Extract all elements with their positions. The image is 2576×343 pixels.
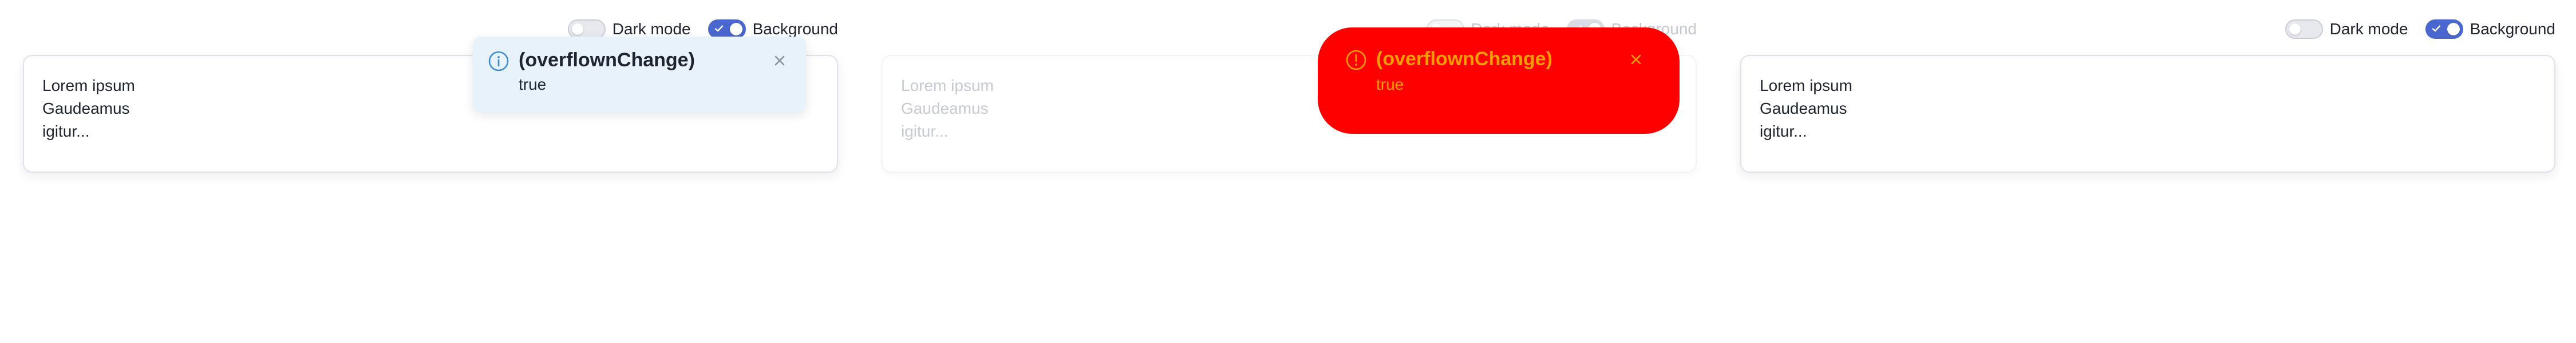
panel-error: Dark mode Background Lorem ipsum Gaudeam… <box>859 0 1717 343</box>
toast-title: (overflownChange) <box>1376 48 1552 70</box>
dark-mode-label: Dark mode <box>2329 20 2408 38</box>
switch-knob <box>571 23 583 35</box>
background-label: Background <box>752 20 838 38</box>
toast-error: (overflownChange) true <box>1318 27 1680 134</box>
switch-knob <box>2289 23 2301 35</box>
dark-mode-toggle[interactable]: Dark mode <box>567 19 691 39</box>
switch-knob <box>729 23 742 35</box>
card-line: igitur... <box>42 122 90 140</box>
check-icon <box>2432 25 2440 32</box>
background-switch[interactable] <box>2425 19 2463 39</box>
info-icon <box>488 51 509 71</box>
close-icon[interactable] <box>771 51 789 70</box>
background-switch[interactable] <box>708 19 746 39</box>
background-toggle[interactable]: Background <box>708 19 838 39</box>
switch-knob <box>2447 23 2460 35</box>
card-line: igitur... <box>1760 122 1807 140</box>
dark-mode-toggle[interactable]: Dark mode <box>2285 19 2408 39</box>
alert-circle-icon <box>1346 50 1366 70</box>
card-line: Gaudeamus <box>1760 99 1847 117</box>
close-icon[interactable] <box>1627 50 1645 69</box>
toast-message: true <box>1376 75 1404 93</box>
background-toggle[interactable]: Background <box>2425 19 2555 39</box>
card-line: Lorem ipsum <box>1760 77 1852 94</box>
panel-plain: Dark mode Background Lorem ipsum Gaudeam… <box>1717 0 2576 343</box>
panel-default: Dark mode Background Lorem ipsum Gaudeam… <box>0 0 859 343</box>
check-icon <box>714 25 723 32</box>
toast-title: (overflownChange) <box>519 49 695 71</box>
dark-mode-switch[interactable] <box>567 19 606 39</box>
card-text: Lorem ipsum Gaudeamus igitur... <box>1760 74 2536 143</box>
toggle-bar: Dark mode Background <box>2285 19 2555 39</box>
toast-info: (overflownChange) true <box>473 37 806 112</box>
dark-mode-switch[interactable] <box>2285 19 2323 39</box>
toggle-bar: Dark mode Background <box>567 19 838 39</box>
toast-message: true <box>519 75 547 93</box>
dark-mode-label: Dark mode <box>612 20 691 38</box>
background-label: Background <box>2470 20 2555 38</box>
content-card: Lorem ipsum Gaudeamus igitur... <box>1740 55 2555 173</box>
